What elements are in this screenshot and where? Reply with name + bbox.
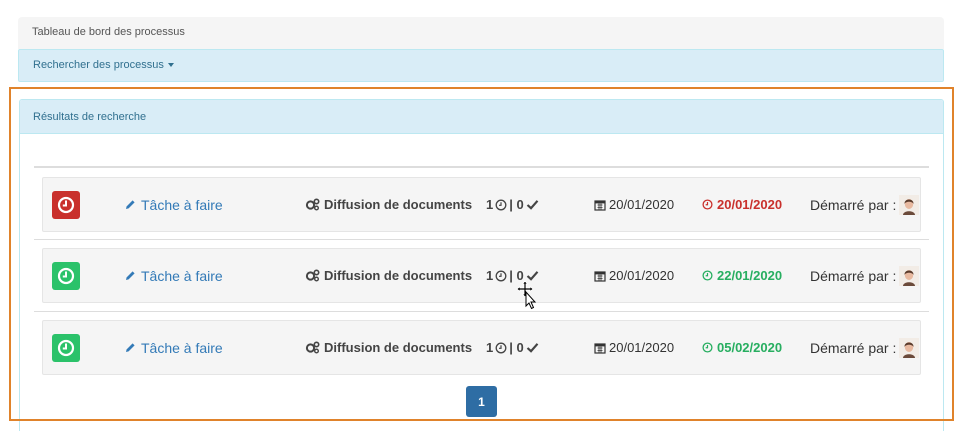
clock-icon — [702, 199, 713, 210]
status-indicator — [52, 178, 82, 231]
gears-icon — [305, 341, 320, 354]
results-panel-title: Résultats de recherche — [33, 111, 147, 123]
task-link-label: Tâche à faire — [141, 267, 223, 284]
pending-count: 1 — [486, 197, 494, 212]
process-name: Diffusion de documents — [305, 249, 472, 302]
started-by: Démarré par : — [810, 178, 920, 231]
status-indicator — [52, 249, 82, 302]
process-name-label: Diffusion de documents — [324, 268, 473, 283]
started-by-label: Démarré par : — [810, 339, 897, 356]
check-icon — [526, 200, 539, 210]
status-indicator — [52, 321, 82, 374]
clock-icon — [702, 342, 713, 353]
user-avatar[interactable] — [899, 265, 920, 286]
task-row[interactable]: Tâche à faire Diffusion de documents 1 |… — [42, 177, 921, 232]
page-number: 1 — [478, 394, 485, 409]
task-link[interactable]: Tâche à faire — [124, 249, 223, 302]
process-name-label: Diffusion de documents — [324, 197, 473, 212]
due-date: 05/02/2020 — [702, 321, 782, 374]
clock-icon — [52, 333, 80, 362]
breadcrumb-title: Tableau de bord des processus — [32, 26, 185, 38]
search-processes-label: Rechercher des processus — [33, 59, 164, 71]
user-avatar[interactable] — [899, 194, 920, 215]
clock-icon — [52, 261, 80, 290]
due-date-value: 22/01/2020 — [717, 268, 783, 283]
start-date: 20/01/2020 — [594, 249, 674, 302]
task-link-label: Tâche à faire — [141, 339, 223, 356]
clock-icon — [702, 270, 713, 281]
due-date: 22/01/2020 — [702, 249, 782, 302]
started-by: Démarré par : — [810, 249, 920, 302]
due-date-value: 20/01/2020 — [717, 197, 783, 212]
due-date-value: 05/02/2020 — [717, 340, 783, 355]
start-date: 20/01/2020 — [594, 321, 674, 374]
pencil-icon — [126, 342, 135, 352]
pending-count: 1 — [486, 340, 494, 355]
calendar-icon — [594, 342, 606, 354]
gears-icon — [305, 198, 320, 211]
search-processes-toggle[interactable]: Rechercher des processus — [18, 49, 944, 82]
task-link-label: Tâche à faire — [141, 196, 223, 213]
results-divider — [34, 166, 929, 168]
pending-count: 1 — [486, 268, 494, 283]
pencil-icon — [126, 199, 135, 209]
done-count: 0 — [516, 340, 524, 355]
pencil-icon — [126, 270, 135, 280]
counts-separator: | — [509, 197, 513, 212]
move-cursor-icon — [516, 280, 537, 310]
user-avatar[interactable] — [899, 337, 920, 358]
started-by-label: Démarré par : — [810, 196, 897, 213]
clock-icon — [495, 270, 507, 281]
counts-separator: | — [509, 340, 513, 355]
started-by-label: Démarré par : — [810, 267, 897, 284]
caret-down-icon — [167, 63, 174, 68]
process-name: Diffusion de documents — [305, 178, 472, 231]
row-divider — [34, 311, 929, 312]
counts-separator: | — [509, 268, 513, 283]
due-date: 20/01/2020 — [702, 178, 782, 231]
start-date-value: 20/01/2020 — [609, 197, 675, 212]
clock-icon — [495, 342, 507, 353]
start-date: 20/01/2020 — [594, 178, 674, 231]
calendar-icon — [594, 199, 606, 211]
page-button-1[interactable]: 1 — [466, 386, 497, 417]
task-link[interactable]: Tâche à faire — [124, 178, 223, 231]
results-panel-header: Résultats de recherche — [20, 100, 943, 134]
check-icon — [526, 343, 539, 353]
task-link[interactable]: Tâche à faire — [124, 321, 223, 374]
task-counts: 1 | 0 — [486, 178, 541, 231]
clock-icon — [495, 199, 507, 210]
results-panel: Résultats de recherche Tâche à faire Dif… — [19, 99, 944, 431]
start-date-value: 20/01/2020 — [609, 268, 675, 283]
process-name: Diffusion de documents — [305, 321, 472, 374]
started-by: Démarré par : — [810, 321, 920, 374]
calendar-icon — [594, 270, 606, 282]
task-counts: 1 | 0 — [486, 321, 541, 374]
done-count: 0 — [516, 197, 524, 212]
process-name-label: Diffusion de documents — [324, 340, 473, 355]
task-row[interactable]: Tâche à faire Diffusion de documents 1 |… — [42, 320, 921, 375]
clock-icon — [52, 190, 80, 219]
start-date-value: 20/01/2020 — [609, 340, 675, 355]
breadcrumb: Tableau de bord des processus — [18, 17, 944, 49]
gears-icon — [305, 269, 320, 282]
task-row[interactable]: Tâche à faire Diffusion de documents 1 |… — [42, 248, 921, 303]
row-divider — [34, 239, 929, 240]
